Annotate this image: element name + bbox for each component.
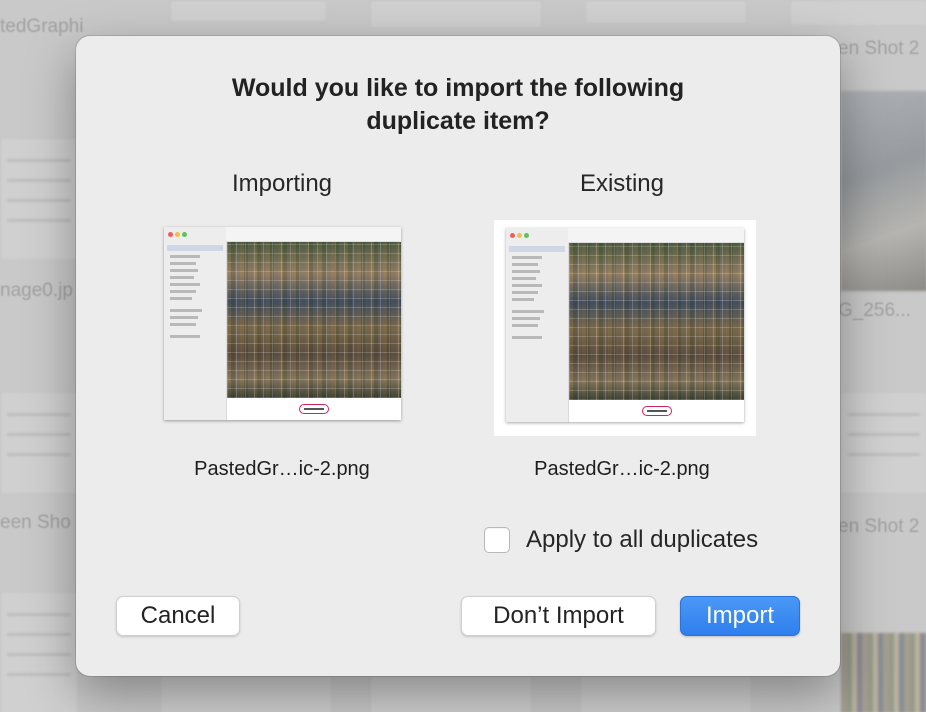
thumbnail-photo-grid bbox=[569, 243, 744, 400]
dialog-title-line-2: duplicate item? bbox=[366, 107, 550, 135]
thumbnail-toolbar bbox=[568, 228, 744, 243]
existing-heading: Existing bbox=[579, 170, 665, 197]
duplicate-import-dialog: Would you like to import the following d… bbox=[76, 36, 840, 676]
thumbnail-toolbar bbox=[226, 227, 401, 242]
existing-thumbnail bbox=[506, 228, 744, 422]
apply-to-all-label[interactable]: Apply to all duplicates bbox=[526, 526, 758, 554]
thumbnail-footer bbox=[227, 398, 401, 420]
import-button[interactable]: Import bbox=[680, 596, 800, 636]
cancel-button[interactable]: Cancel bbox=[116, 596, 240, 636]
desktop-background: tedGraphi nage0.jp een Sho en Shot 2 G_2… bbox=[0, 0, 926, 712]
apply-to-all-checkbox[interactable] bbox=[484, 527, 510, 553]
dialog-title-line-1: Would you like to import the following bbox=[231, 74, 685, 102]
thumbnail-count-pill bbox=[299, 404, 329, 414]
importing-heading: Importing bbox=[231, 170, 333, 197]
apply-to-all-row[interactable]: Apply to all duplicates bbox=[484, 526, 758, 554]
existing-thumbnail-frame bbox=[494, 220, 756, 436]
thumbnail-count-pill bbox=[641, 406, 672, 416]
thumbnail-photo-grid bbox=[227, 242, 401, 398]
importing-thumbnail bbox=[164, 227, 401, 420]
thumbnail-sidebar bbox=[164, 227, 227, 420]
dialog-title: Would you like to import the following d… bbox=[76, 72, 840, 138]
dont-import-button[interactable]: Don’t Import bbox=[461, 596, 656, 636]
thumbnail-footer bbox=[569, 400, 744, 422]
existing-filename: PastedGr…ic-2.png bbox=[534, 458, 710, 480]
importing-filename: PastedGr…ic-2.png bbox=[194, 458, 370, 480]
thumbnail-sidebar bbox=[506, 228, 569, 422]
